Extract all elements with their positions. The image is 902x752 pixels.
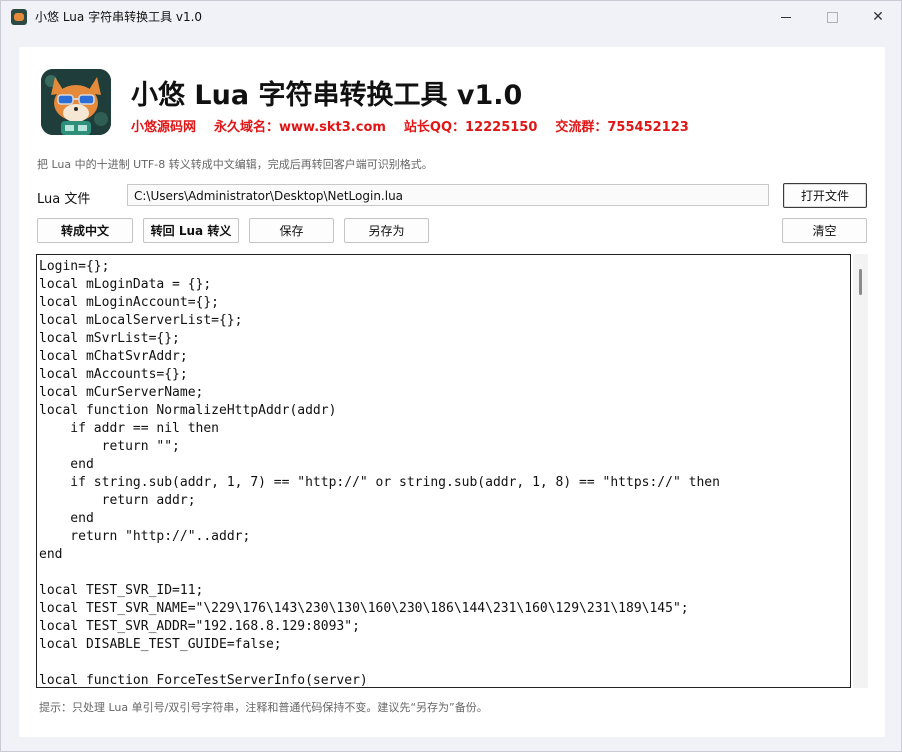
code-line: local TEST_SVR_ADDR="192.168.8.129:8093"…	[39, 619, 360, 634]
code-line: local function ForceTestServerInfo(serve…	[39, 673, 368, 688]
code-line: local mLoginData = {};	[39, 277, 212, 292]
code-line: if addr == nil then	[39, 421, 220, 436]
minimize-icon	[781, 16, 791, 18]
app-logo	[41, 69, 111, 135]
close-button[interactable]: ✕	[855, 1, 901, 33]
main-panel: 小悠 Lua 字符串转换工具 v1.0 小悠源码网 永久域名：www.skt3.…	[19, 47, 885, 737]
code-line: local mCurServerName;	[39, 385, 204, 400]
maximize-icon	[826, 11, 838, 23]
fox-mascot-icon	[41, 69, 111, 135]
code-line: end	[39, 511, 94, 526]
code-line: local DISABLE_TEST_GUIDE=false;	[39, 637, 282, 652]
maximize-button[interactable]	[809, 1, 855, 33]
code-line: Login={};	[39, 259, 110, 274]
code-line: local mAccounts={};	[39, 367, 188, 382]
minimize-button[interactable]	[763, 1, 809, 33]
code-line: local TEST_SVR_NAME="\229\176\143\230\13…	[39, 601, 689, 616]
clear-button[interactable]: 清空	[782, 218, 867, 243]
code-line: local mSvrList={};	[39, 331, 180, 346]
qq-contact: 站长QQ：12225150	[403, 120, 538, 135]
scrollbar-thumb[interactable]	[859, 269, 862, 295]
header-links: 小悠源码网 永久域名：www.skt3.com 站长QQ：12225150 交流…	[131, 116, 689, 135]
code-line: return "http://"..addr;	[39, 529, 251, 544]
to-lua-escape-button[interactable]: 转回 Lua 转义	[143, 218, 239, 243]
save-button[interactable]: 保存	[249, 218, 334, 243]
description-text: 把 Lua 中的十进制 UTF-8 转义转成中文编辑，完成后再转回客户端可识别格…	[37, 158, 433, 171]
code-line: end	[39, 457, 94, 472]
file-path-input[interactable]: C:\Users\Administrator\Desktop\NetLogin.…	[127, 184, 769, 206]
hint-text: 提示：只处理 Lua 单引号/双引号字符串，注释和普通代码保持不变。建议先“另存…	[39, 701, 488, 714]
group-contact: 交流群：755452123	[555, 120, 689, 135]
code-editor[interactable]: Login={}; local mLoginData = {}; local mLo…	[36, 254, 851, 688]
close-icon: ✕	[872, 9, 884, 25]
code-text[interactable]: Login={}; local mLoginData = {}; local mLo…	[39, 258, 720, 688]
site-name-link[interactable]: 小悠源码网	[131, 116, 196, 135]
code-line: return "";	[39, 439, 180, 454]
code-line: local mLocalServerList={};	[39, 313, 243, 328]
domain-link[interactable]: 永久域名：www.skt3.com	[214, 116, 386, 135]
editor-scrollbar[interactable]	[853, 254, 868, 688]
app-title: 小悠 Lua 字符串转换工具 v1.0	[131, 80, 523, 111]
app-window: 小悠 Lua 字符串转换工具 v1.0 ✕ 小悠 Lua 字符串转换工具 v1.…	[0, 0, 902, 752]
code-line: local mLoginAccount={};	[39, 295, 220, 310]
code-line: if string.sub(addr, 1, 7) == "http://" o…	[39, 475, 720, 490]
code-line: end	[39, 547, 63, 562]
save-as-button[interactable]: 另存为	[344, 218, 429, 243]
app-icon	[11, 9, 27, 25]
open-file-button[interactable]: 打开文件	[783, 183, 867, 208]
code-line: return addr;	[39, 493, 196, 508]
code-line: local mChatSvrAddr;	[39, 349, 188, 364]
window-title: 小悠 Lua 字符串转换工具 v1.0	[35, 10, 203, 24]
title-bar[interactable]: 小悠 Lua 字符串转换工具 v1.0 ✕	[1, 1, 901, 33]
code-line: local function NormalizeHttpAddr(addr)	[39, 403, 337, 418]
code-line: local TEST_SVR_ID=11;	[39, 583, 204, 598]
file-label: Lua 文件	[37, 192, 91, 207]
to-chinese-button[interactable]: 转成中文	[37, 218, 133, 243]
